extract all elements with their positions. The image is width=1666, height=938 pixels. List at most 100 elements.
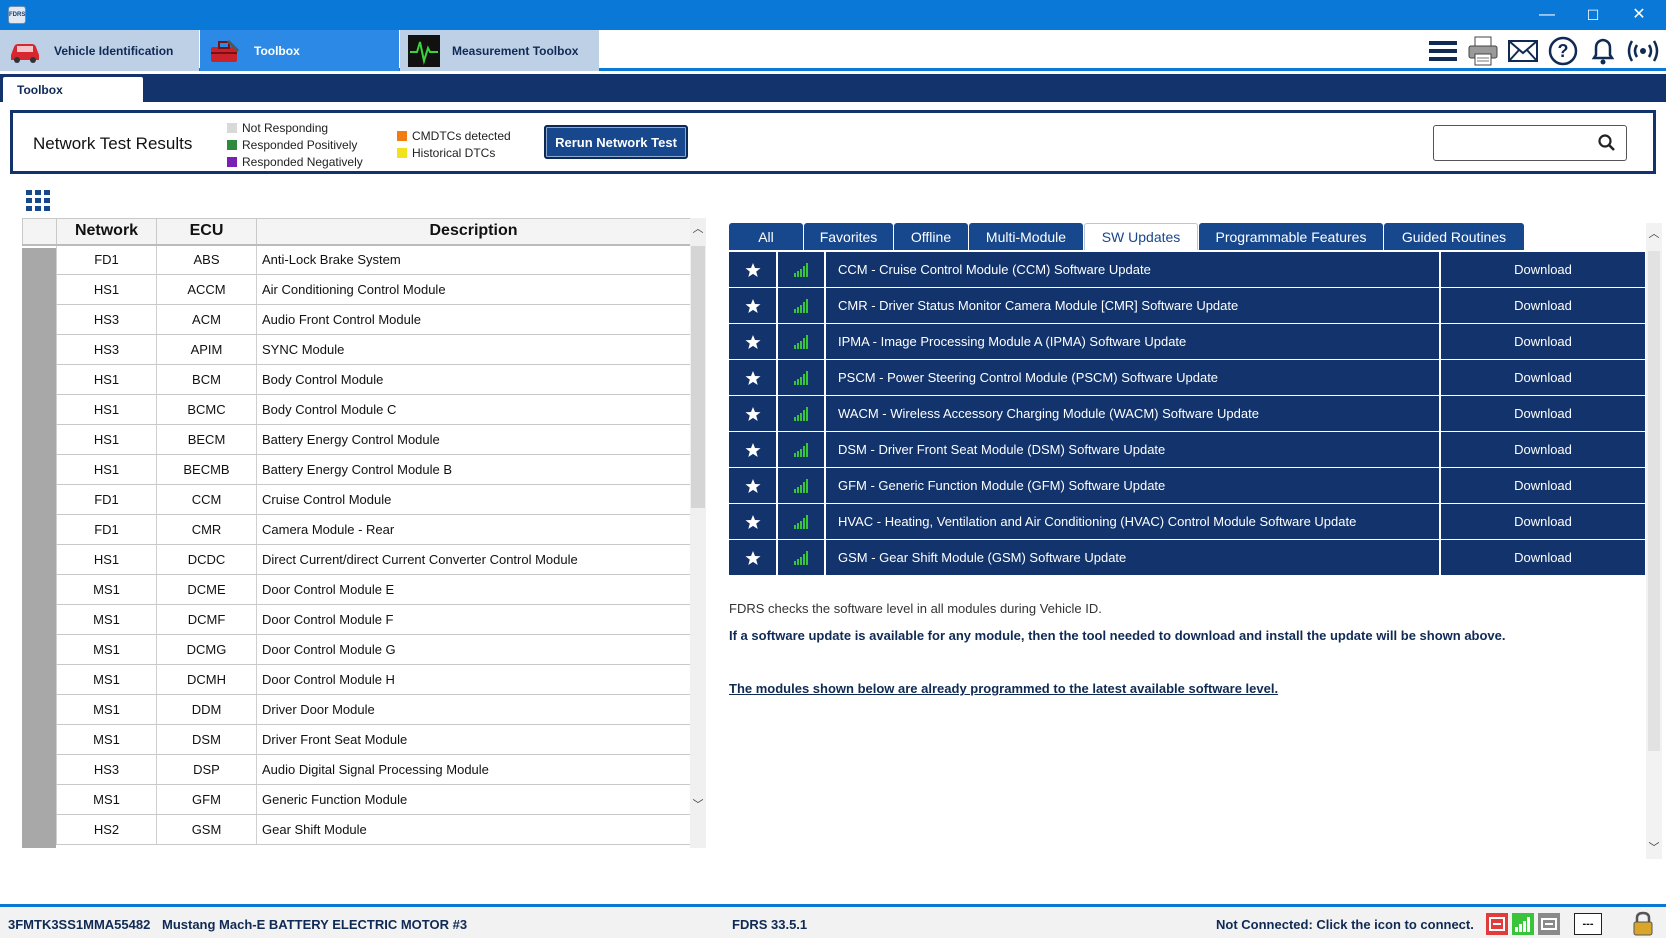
sw-update-row[interactable]: CMR - Driver Status Monitor Camera Modul… (729, 288, 1645, 324)
search-input[interactable] (1433, 125, 1627, 161)
scroll-up-icon[interactable]: ︿ (1648, 225, 1660, 241)
header-ecu[interactable]: ECU (156, 218, 257, 246)
tab-guided-routines[interactable]: Guided Routines (1384, 223, 1524, 250)
download-button[interactable]: Download (1441, 468, 1645, 503)
wireless-icon[interactable] (1626, 34, 1660, 68)
scrollbar-thumb[interactable] (1648, 251, 1660, 751)
table-row[interactable]: MS1 GFM Generic Function Module (23, 784, 691, 815)
table-row[interactable]: MS1 DCMF Door Control Module F (23, 604, 691, 635)
download-button[interactable]: Download (1441, 540, 1645, 575)
scroll-down-icon[interactable]: ﹀ (692, 796, 704, 812)
table-row[interactable]: HS2 GSM Gear Shift Module (23, 814, 691, 845)
table-row[interactable]: HS1 DCDC Direct Current/direct Current Con… (23, 544, 691, 575)
scroll-up-icon[interactable]: ︿ (692, 220, 704, 236)
sw-update-row[interactable]: IPMA - Image Processing Module A (IPMA) … (729, 324, 1645, 360)
tab-measurement-toolbox[interactable]: Measurement Toolbox (400, 30, 599, 71)
table-row[interactable]: HS1 BCMC Body Control Module C (23, 394, 691, 425)
download-button[interactable]: Download (1441, 432, 1645, 467)
right-panel-scrollbar[interactable]: ︿ ﹀ (1646, 223, 1662, 859)
table-row[interactable]: FD1 CMR Camera Module - Rear (23, 514, 691, 545)
sw-update-row[interactable]: WACM - Wireless Accessory Charging Modul… (729, 396, 1645, 432)
vci-icon[interactable] (1486, 913, 1508, 935)
ecu-table-scrollbar[interactable]: ︿ ﹀ (690, 218, 706, 848)
tab-multi-module[interactable]: Multi-Module (969, 223, 1083, 250)
tab-favorites[interactable]: Favorites (804, 223, 893, 250)
search-icon[interactable] (1598, 134, 1616, 155)
dash-indicator[interactable]: --- (1574, 913, 1602, 935)
table-row[interactable]: HS3 ACM Audio Front Control Module (23, 304, 691, 335)
table-row[interactable]: MS1 DCMG Door Control Module G (23, 634, 691, 665)
scrollbar-thumb[interactable] (691, 246, 705, 508)
star-icon[interactable] (729, 468, 778, 503)
tab-all[interactable]: All (729, 223, 803, 250)
star-icon[interactable] (729, 540, 778, 575)
sw-update-row[interactable]: GSM - Gear Shift Module (GSM) Software U… (729, 540, 1645, 576)
table-row[interactable]: FD1 CCM Cruise Control Module (23, 484, 691, 515)
bell-icon[interactable] (1586, 34, 1620, 68)
lock-icon[interactable] (1632, 911, 1654, 938)
description-cell: Anti-Lock Brake System (256, 244, 691, 275)
table-row[interactable]: MS1 DDM Driver Door Module (23, 694, 691, 725)
tab-offline[interactable]: Offline (894, 223, 968, 250)
tab-toolbox-sub[interactable]: Toolbox (3, 77, 143, 102)
table-row[interactable]: HS3 APIM SYNC Module (23, 334, 691, 365)
star-icon[interactable] (729, 504, 778, 539)
sw-update-row[interactable]: DSM - Driver Front Seat Module (DSM) Sof… (729, 432, 1645, 468)
scroll-down-icon[interactable]: ﹀ (1648, 839, 1660, 855)
download-button[interactable]: Download (1441, 252, 1645, 287)
connection-icons (1486, 913, 1560, 935)
sw-update-row[interactable]: CCM - Cruise Control Module (CCM) Softwa… (729, 252, 1645, 288)
network-icon[interactable] (1538, 913, 1560, 935)
printer-icon[interactable] (1466, 34, 1500, 68)
download-button[interactable]: Download (1441, 324, 1645, 359)
menu-icon[interactable] (1426, 34, 1460, 68)
star-icon[interactable] (729, 360, 778, 395)
header-status (22, 218, 57, 246)
help-icon[interactable]: ? (1546, 34, 1580, 68)
maximize-button[interactable]: ☐ (1570, 0, 1616, 30)
status-bar: 3FMTK3SS1MMA55482 Mustang Mach-E BATTERY… (0, 904, 1666, 938)
star-icon[interactable] (729, 396, 778, 431)
app-icon: FDRS (8, 6, 26, 24)
table-row[interactable]: MS1 DSM Driver Front Seat Module (23, 724, 691, 755)
close-button[interactable]: ✕ (1616, 0, 1662, 30)
signal-strength-icon (778, 432, 826, 467)
rerun-network-test-button[interactable]: Rerun Network Test (544, 125, 688, 159)
tab-vehicle-identification[interactable]: Vehicle Identification (0, 30, 199, 71)
header-description[interactable]: Description (256, 218, 691, 246)
row-status-cell (23, 455, 57, 485)
legend-item: CMDTCs detected (397, 127, 511, 144)
tab-sw-updates[interactable]: SW Updates (1084, 223, 1198, 250)
tab-toolbox[interactable]: Toolbox (200, 30, 399, 71)
description-cell: SYNC Module (256, 334, 691, 365)
table-row[interactable]: HS1 BCM Body Control Module (23, 364, 691, 395)
table-row[interactable]: HS1 BECMB Battery Energy Control Module B (23, 454, 691, 485)
sw-update-row[interactable]: PSCM - Power Steering Control Module (PS… (729, 360, 1645, 396)
sw-update-row[interactable]: GFM - Generic Function Module (GFM) Soft… (729, 468, 1645, 504)
legend-dtcs: CMDTCs detected Historical DTCs (397, 127, 511, 161)
star-icon[interactable] (729, 288, 778, 323)
table-row[interactable]: MS1 DCME Door Control Module E (23, 574, 691, 605)
table-row[interactable]: HS3 DSP Audio Digital Signal Processing Mo… (23, 754, 691, 785)
download-button[interactable]: Download (1441, 288, 1645, 323)
table-row[interactable]: FD1 ABS Anti-Lock Brake System (23, 244, 691, 275)
grid-view-icon[interactable] (26, 190, 50, 211)
download-button[interactable]: Download (1441, 396, 1645, 431)
table-row[interactable]: HS1 BECM Battery Energy Control Module (23, 424, 691, 455)
table-row[interactable]: HS1 ACCM Air Conditioning Control Module (23, 274, 691, 305)
info-link[interactable]: The modules shown below are already prog… (729, 681, 1278, 696)
download-button[interactable]: Download (1441, 504, 1645, 539)
star-icon[interactable] (729, 432, 778, 467)
minimize-button[interactable]: — (1524, 0, 1570, 30)
header-network[interactable]: Network (56, 218, 157, 246)
network-cell: HS1 (56, 274, 157, 305)
tab-programmable-features[interactable]: Programmable Features (1199, 223, 1383, 250)
mail-icon[interactable] (1506, 34, 1540, 68)
star-icon[interactable] (729, 252, 778, 287)
signal-icon[interactable] (1512, 913, 1534, 935)
download-button[interactable]: Download (1441, 360, 1645, 395)
sw-update-row[interactable]: HVAC - Heating, Ventilation and Air Cond… (729, 504, 1645, 540)
swatch-not-responding (227, 122, 237, 133)
star-icon[interactable] (729, 324, 778, 359)
table-row[interactable]: MS1 DCMH Door Control Module H (23, 664, 691, 695)
